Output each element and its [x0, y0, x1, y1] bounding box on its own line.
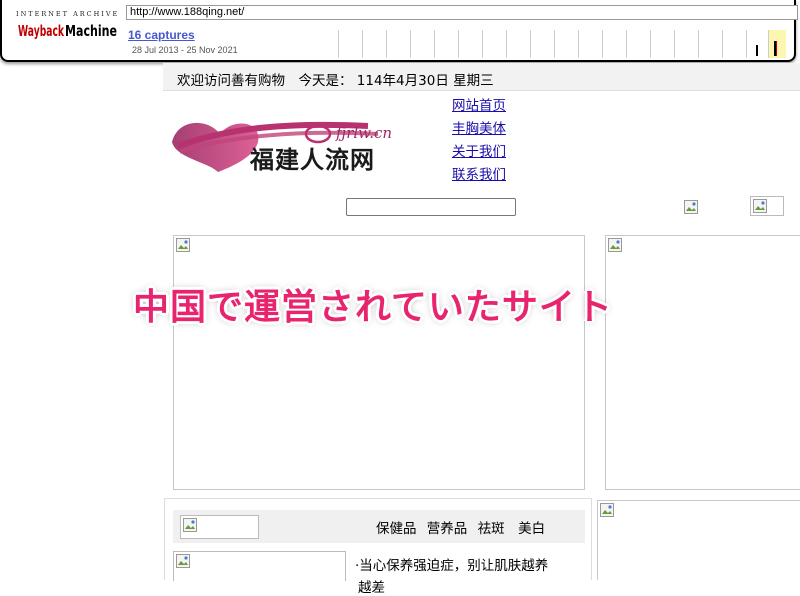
broken-image-icon	[753, 199, 767, 213]
broken-image[interactable]	[682, 198, 702, 216]
capture-marker[interactable]	[756, 45, 758, 56]
wayback-logo-caption: INTERNET ARCHIVE	[16, 10, 120, 18]
capture-date-range: 28 Jul 2013 - 25 Nov 2021	[132, 45, 238, 55]
broken-image-icon	[608, 238, 622, 252]
banner-image-left[interactable]	[173, 235, 585, 490]
nav-about-link[interactable]: 关于我们	[452, 141, 506, 164]
article-link[interactable]: ·当心保养强迫症，别让肌肤越养	[355, 554, 548, 574]
svg-text:fjrlw.cn: fjrlw.cn	[335, 124, 392, 142]
broken-image-icon	[600, 503, 614, 517]
broken-image-icon	[183, 518, 197, 532]
capture-timeline[interactable]	[332, 30, 796, 58]
product-image[interactable]	[173, 551, 346, 581]
category-links[interactable]: 保健品 营养品 祛斑 美白	[376, 517, 545, 537]
article-link-continued[interactable]: 越差	[358, 576, 385, 596]
overlay-caption: 中国で運営されていたサイト	[133, 287, 613, 328]
wayback-logo[interactable]: Wayback Machine	[18, 20, 118, 40]
site-nav: 网站首页 丰胸美体 关于我们 联系我们	[452, 95, 506, 187]
nav-body-link[interactable]: 丰胸美体	[452, 118, 506, 141]
nav-contact-link[interactable]: 联系我们	[452, 164, 506, 187]
capture-marker-current[interactable]	[776, 41, 777, 56]
broken-image-icon	[176, 238, 190, 252]
site-welcome-bar: 欢迎访问善有购物 今天是： 114年4月30日 星期三	[163, 63, 800, 91]
captures-link[interactable]: 16 captures	[128, 28, 195, 42]
banner-image-right[interactable]	[605, 235, 800, 490]
broken-image[interactable]	[750, 196, 784, 216]
wayback-toolbar: INTERNET ARCHIVE Wayback Machine http://…	[0, 0, 798, 62]
category-image[interactable]	[180, 515, 259, 539]
broken-image-icon	[176, 554, 190, 568]
side-image[interactable]	[597, 500, 800, 580]
broken-image-icon	[684, 200, 698, 214]
timeline-current-year[interactable]	[768, 30, 786, 58]
wayback-url-input[interactable]: http://www.188qing.net/	[126, 5, 798, 20]
svg-text:Wayback: Wayback	[18, 22, 65, 40]
welcome-text: 欢迎访问善有购物 今天是： 114年4月30日 星期三	[177, 73, 494, 89]
svg-text:福建人流网: 福建人流网	[249, 146, 375, 174]
nav-home-link[interactable]: 网站首页	[452, 95, 506, 118]
svg-text:Machine: Machine	[65, 22, 117, 40]
search-input[interactable]	[346, 198, 516, 216]
site-logo[interactable]: fjrlw.cn 福建人流网	[168, 112, 438, 174]
